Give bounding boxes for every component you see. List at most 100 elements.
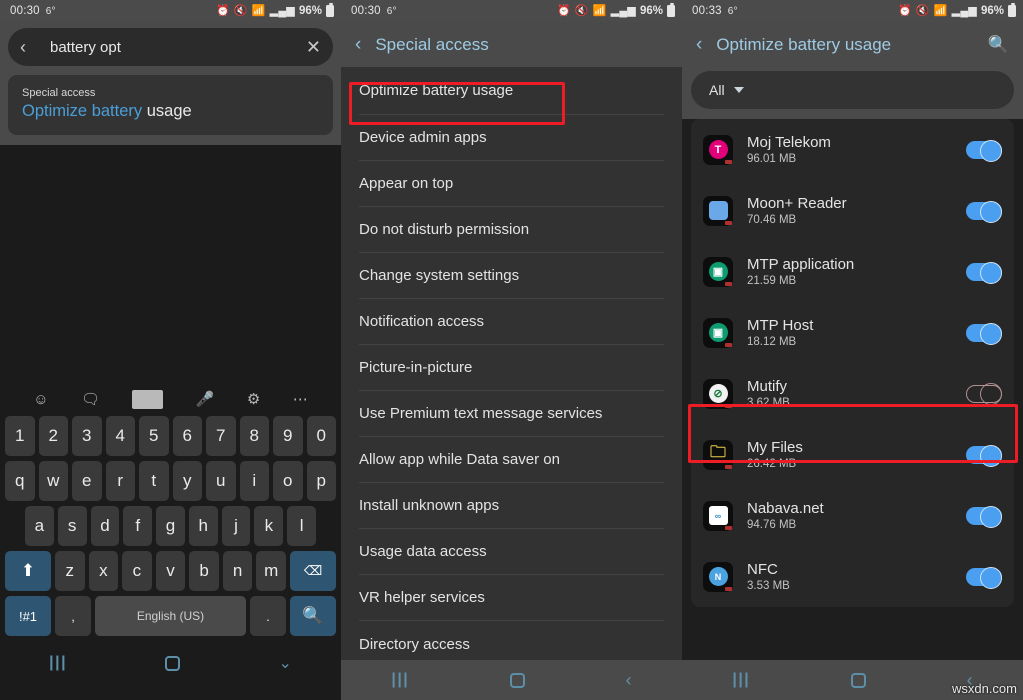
back-icon[interactable]: ‹ [20,37,42,58]
key-o[interactable]: o [273,461,303,501]
key-h[interactable]: h [188,506,218,546]
optimize-toggle[interactable] [966,200,1002,223]
page-title: Special access [375,34,489,54]
more-icon[interactable]: ⋯ [293,390,308,408]
space-key[interactable]: English (US) [95,596,246,636]
key-e[interactable]: e [72,461,102,501]
list-item[interactable]: Appear on top [359,161,664,207]
key-7[interactable]: 7 [206,416,236,456]
key-4[interactable]: 4 [105,416,135,456]
table-row[interactable]: Moon+ Reader 70.46 MB [691,180,1014,241]
key-t[interactable]: t [139,461,169,501]
key-9[interactable]: 9 [273,416,303,456]
panel-special-access: 00:30 6° ⏰ 🔇 📶 ▂▄▆ 96% ‹ Special access … [341,0,682,700]
search-empty-space [0,145,341,382]
gear-icon[interactable]: ⚙ [247,390,260,408]
table-row[interactable]: ▣ MTP application 21.59 MB [691,241,1014,302]
list-item[interactable]: VR helper services [359,575,664,621]
period-key[interactable]: . [250,596,286,636]
key-f[interactable]: f [123,506,153,546]
emoji-icon[interactable]: ☺ [33,391,48,408]
chevron-down-icon[interactable]: ⌄ [278,653,291,673]
key-w[interactable]: w [38,461,68,501]
key-b[interactable]: b [189,551,219,591]
key-p[interactable]: p [306,461,336,501]
battery-icon [1008,3,1016,17]
list-item[interactable]: Usage data access [359,529,664,575]
table-row[interactable]: T Moj Telekom 96.01 MB [691,119,1014,180]
highlight-box-optimize-battery [349,82,565,125]
optimize-toggle[interactable] [966,383,1002,405]
key-d[interactable]: d [90,506,120,546]
recents-icon[interactable]: ||| [732,671,750,689]
key-3[interactable]: 3 [72,416,102,456]
key-0[interactable]: 0 [306,416,336,456]
search-area: ‹ ✕ Special access Optimize battery usag… [0,22,341,145]
list-item[interactable]: Allow app while Data saver on [359,437,664,483]
key-2[interactable]: 2 [38,416,68,456]
close-icon[interactable]: ✕ [304,37,323,58]
key-u[interactable]: u [206,461,236,501]
key-k[interactable]: k [254,506,284,546]
mute-icon: 🔇 [574,4,589,17]
search-input[interactable] [42,38,304,56]
result-category: Special access [22,87,96,99]
key-c[interactable]: c [122,551,152,591]
mic-icon[interactable]: 🎤 [196,390,215,408]
key-i[interactable]: i [239,461,269,501]
key-l[interactable]: l [287,506,317,546]
filter-dropdown[interactable]: All [691,71,1014,109]
key-8[interactable]: 8 [239,416,269,456]
app-name: Moon+ Reader [747,195,847,213]
key-g[interactable]: g [156,506,185,546]
home-icon[interactable] [509,672,525,688]
chevron-left-icon[interactable]: ‹ [626,670,632,691]
list-item[interactable]: Picture-in-picture [359,345,664,391]
key-m[interactable]: m [256,551,287,591]
search-result-card[interactable]: Special access Optimize battery usage [8,75,333,135]
key-y[interactable]: y [172,461,202,501]
key-v[interactable]: v [155,551,186,591]
recents-icon[interactable]: ||| [49,654,67,672]
key-5[interactable]: 5 [139,416,169,456]
key-x[interactable]: x [88,551,119,591]
shift-key[interactable]: ⬆ [4,551,51,591]
key-j[interactable]: j [221,506,251,546]
list-item[interactable]: Notification access [359,299,664,345]
optimize-toggle[interactable] [966,566,1002,589]
table-row[interactable]: N NFC 3.53 MB [691,546,1014,607]
list-item[interactable]: Install unknown apps [359,483,664,529]
back-icon[interactable]: ‹ [355,34,361,56]
home-icon[interactable] [165,655,181,671]
symbols-key[interactable]: !#1 [5,596,51,636]
table-row[interactable]: ∞ Nabava.net 94.76 MB [691,485,1014,546]
app-info: NFC 3.53 MB [747,561,952,591]
key-s[interactable]: s [57,506,87,546]
key-1[interactable]: 1 [5,416,35,456]
optimize-toggle[interactable] [966,261,1002,284]
recents-icon[interactable]: ||| [391,671,409,689]
list-item[interactable]: Do not disturb permission [359,207,664,253]
key-q[interactable]: q [5,461,35,501]
search-key-icon[interactable]: 🔍 [290,596,336,636]
home-icon[interactable] [850,672,866,688]
backspace-key[interactable]: ⌫ [290,551,337,591]
key-6[interactable]: 6 [172,416,202,456]
optimize-toggle[interactable] [966,322,1002,345]
gif-icon[interactable]: GIF [132,389,164,409]
search-icon[interactable]: 🔍 [988,35,1009,55]
back-icon[interactable]: ‹ [696,34,702,56]
app-name: Moj Telekom [747,134,831,152]
list-item[interactable]: Change system settings [359,253,664,299]
optimize-toggle[interactable] [966,505,1002,528]
search-bar[interactable]: ‹ ✕ [8,28,333,66]
list-item[interactable]: Use Premium text message services [359,391,664,437]
sticker-icon[interactable]: 🗨 [81,390,100,408]
optimize-toggle[interactable] [966,139,1002,162]
key-z[interactable]: z [54,551,85,591]
table-row[interactable]: ▣ MTP Host 18.12 MB [691,302,1014,363]
key-n[interactable]: n [222,551,253,591]
comma-key[interactable]: , [55,596,91,636]
key-a[interactable]: a [24,506,54,546]
key-r[interactable]: r [105,461,135,501]
